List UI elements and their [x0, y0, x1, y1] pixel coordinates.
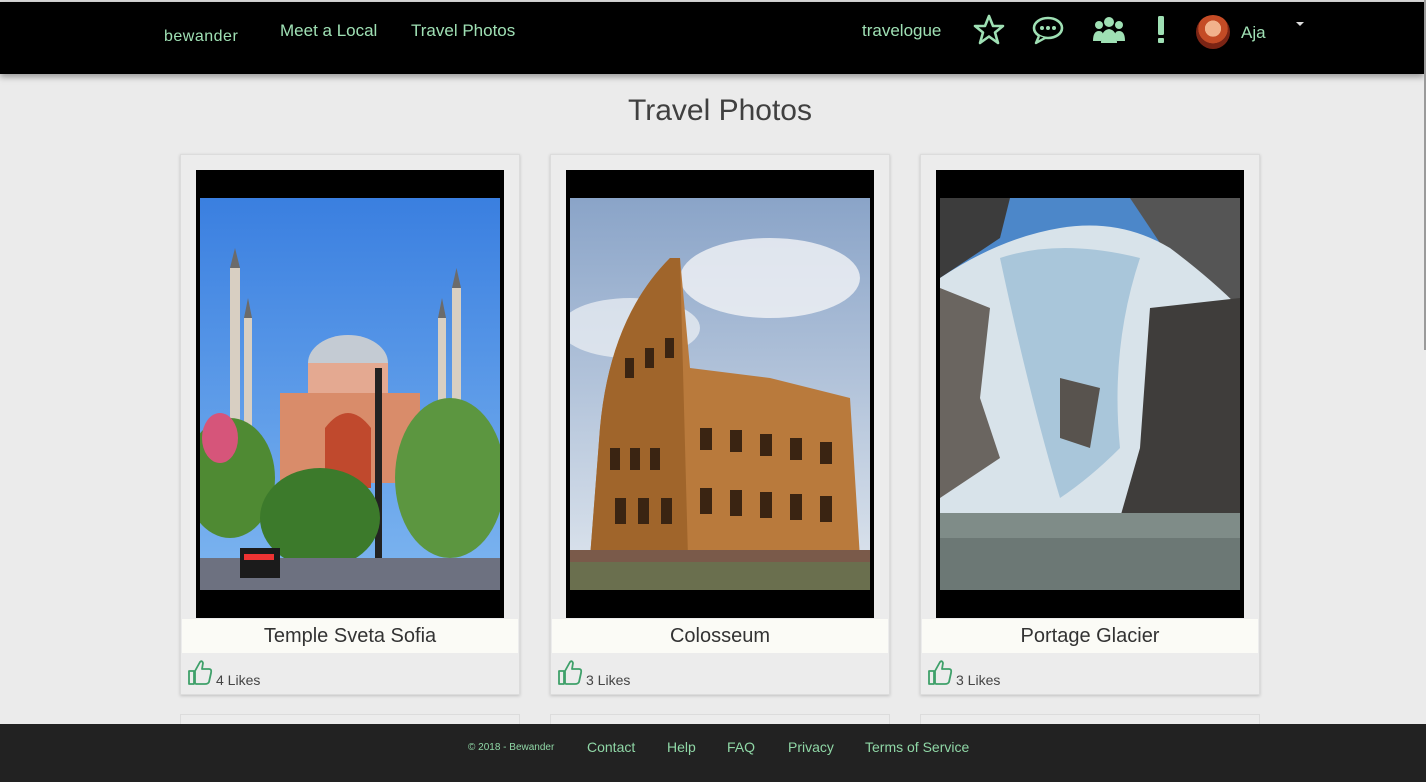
likes-count: 3 Likes: [586, 672, 631, 688]
likes-count: 3 Likes: [956, 672, 1001, 688]
photo-title: Portage Glacier: [922, 619, 1258, 653]
caret-down-icon[interactable]: [1296, 22, 1304, 26]
footer-privacy-link[interactable]: Privacy: [788, 739, 834, 755]
photo-frame: [196, 170, 504, 618]
alert-icon[interactable]: [1144, 13, 1178, 47]
photo-image[interactable]: [570, 198, 870, 590]
footer-help-link[interactable]: Help: [667, 739, 696, 755]
user-name[interactable]: Aja: [1241, 23, 1266, 43]
photo-card: Colosseum 3 Likes: [550, 154, 890, 695]
people-icon[interactable]: [1092, 13, 1126, 47]
user-avatar[interactable]: [1196, 15, 1230, 49]
brand-logo[interactable]: bewander: [164, 28, 238, 46]
thumbs-up-icon[interactable]: [557, 658, 583, 686]
page-title: Travel Photos: [628, 94, 812, 127]
photo-frame: [936, 170, 1244, 618]
photo-card: Temple Sveta Sofia 4 Likes: [180, 154, 520, 695]
photo-image[interactable]: [940, 198, 1240, 590]
nav-travelogue[interactable]: travelogue: [862, 21, 941, 41]
footer-contact-link[interactable]: Contact: [587, 739, 635, 755]
top-navbar: bewander Meet a Local Travel Photos trav…: [0, 2, 1424, 74]
footer-terms-link[interactable]: Terms of Service: [865, 739, 969, 755]
photo-card: Portage Glacier 3 Likes: [920, 154, 1260, 695]
thumbs-up-icon[interactable]: [187, 658, 213, 686]
copyright: © 2018 - Bewander: [468, 742, 555, 753]
nav-travel-photos[interactable]: Travel Photos: [411, 21, 515, 41]
footer: © 2018 - Bewander Contact Help FAQ Priva…: [0, 724, 1426, 782]
likes-count: 4 Likes: [216, 672, 261, 688]
star-icon[interactable]: [972, 13, 1006, 47]
footer-faq-link[interactable]: FAQ: [727, 739, 755, 755]
photo-title: Colosseum: [552, 619, 888, 653]
photo-title: Temple Sveta Sofia: [182, 619, 518, 653]
nav-meet-a-local[interactable]: Meet a Local: [280, 21, 377, 41]
photo-image[interactable]: [200, 198, 500, 590]
thumbs-up-icon[interactable]: [927, 658, 953, 686]
chat-icon[interactable]: [1031, 13, 1065, 47]
photo-frame: [566, 170, 874, 618]
